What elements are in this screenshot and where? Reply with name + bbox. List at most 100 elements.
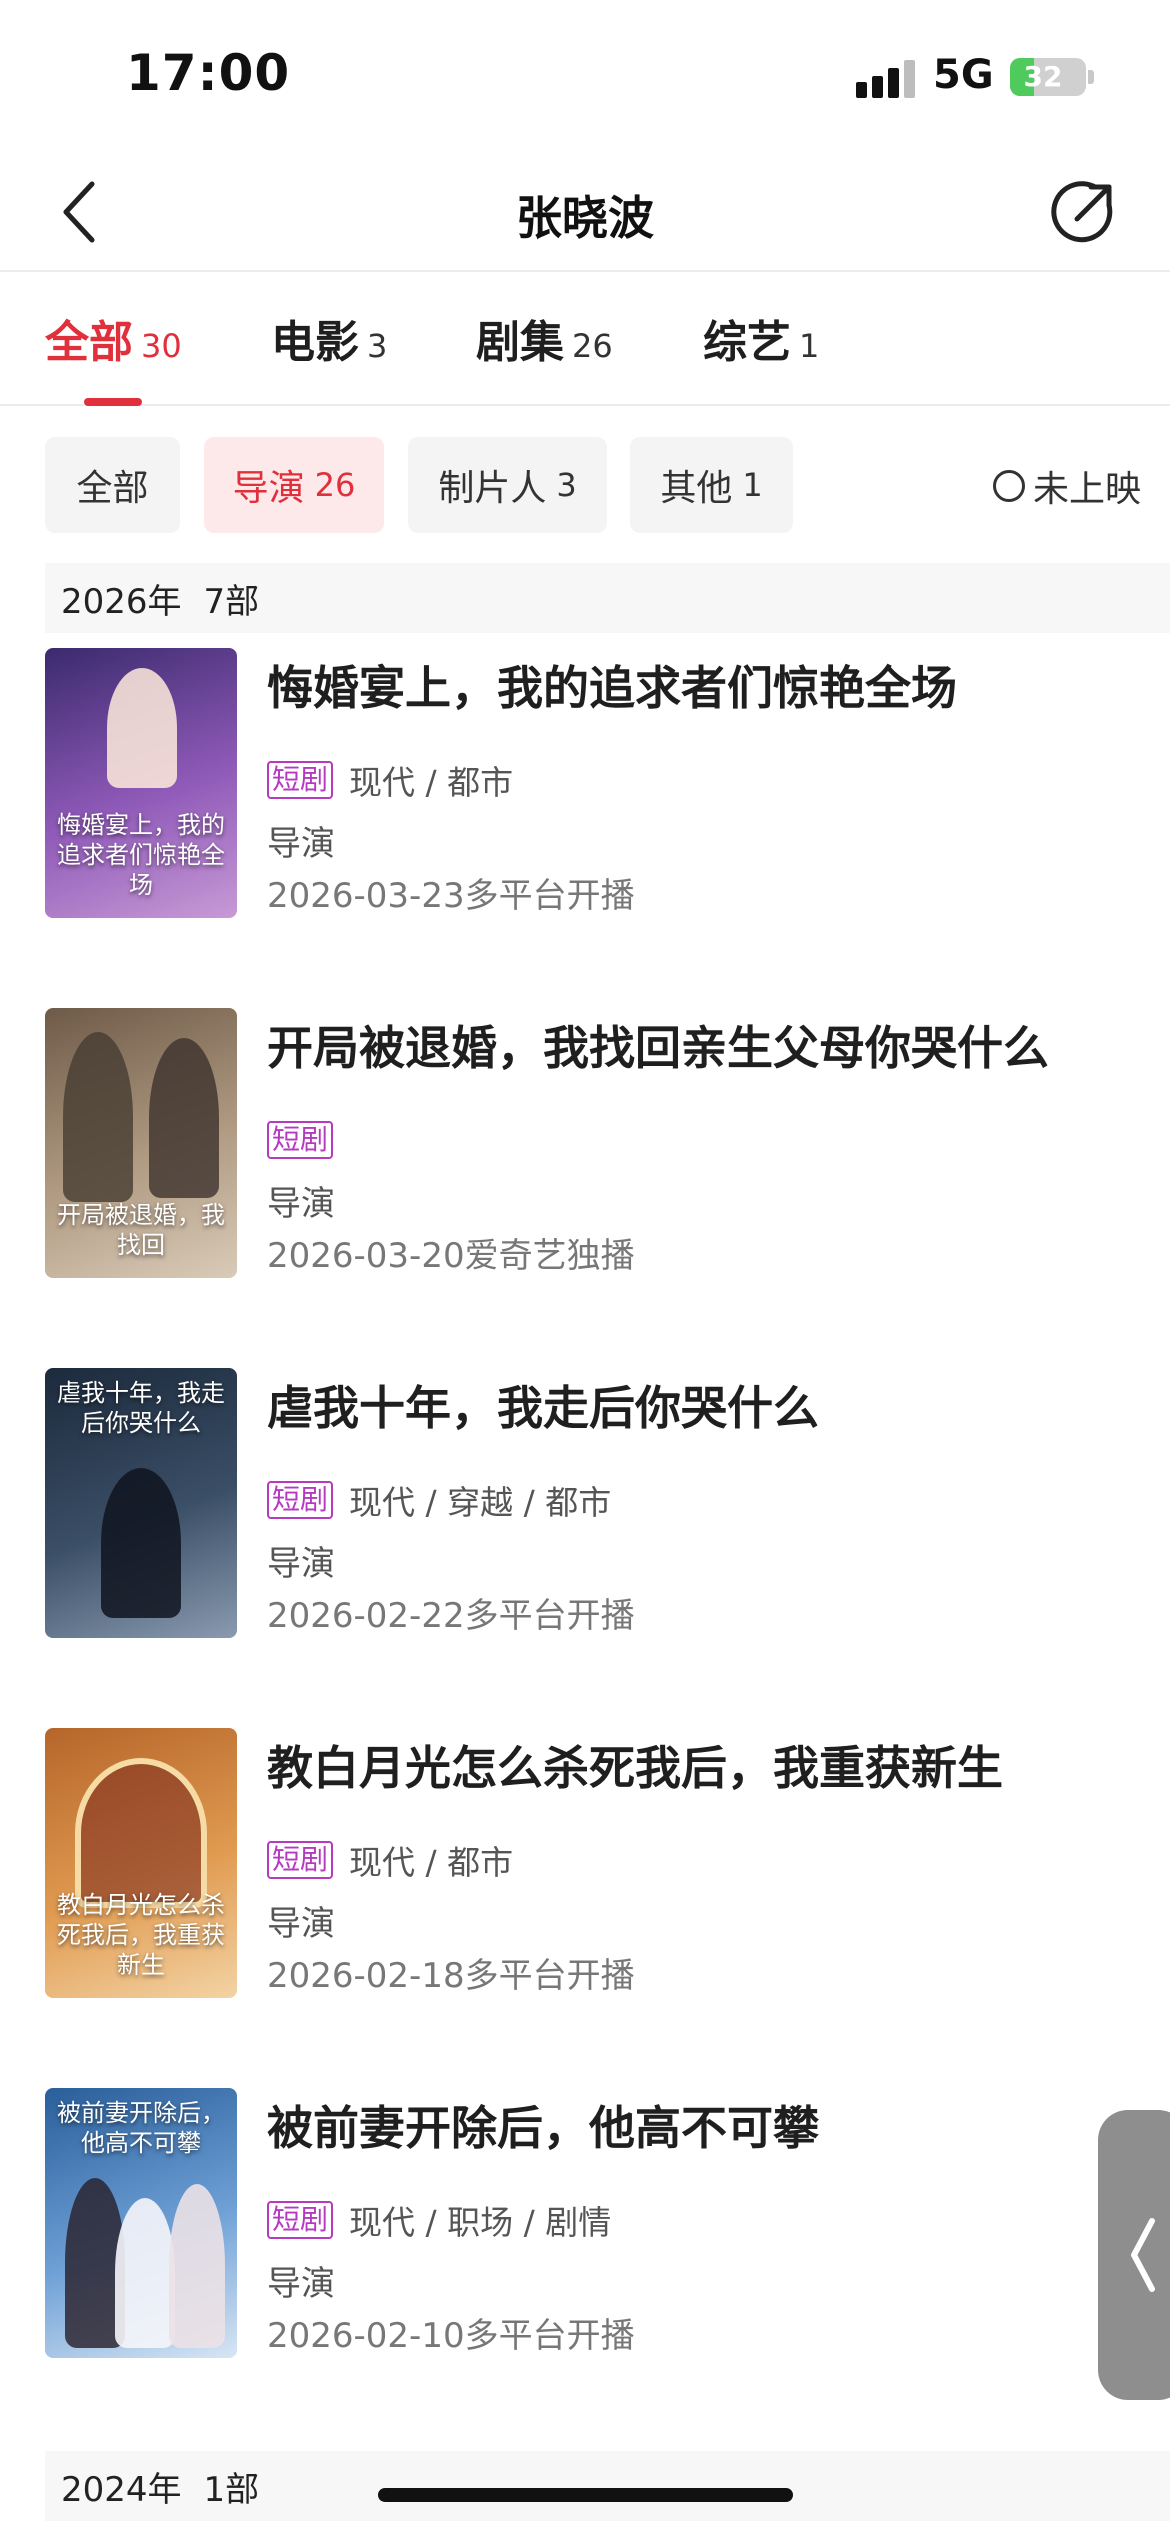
filter-label: 导演 bbox=[232, 468, 305, 509]
filter-other[interactable]: 其他 1 bbox=[630, 437, 793, 533]
poster-image[interactable]: 悔婚宴上，我的追求者们惊艳全场 bbox=[45, 648, 237, 918]
page-title: 张晓波 bbox=[516, 191, 654, 245]
battery-icon: 32 bbox=[1010, 58, 1086, 96]
tab-count: 30 bbox=[141, 327, 182, 365]
type-badge: 短剧 bbox=[267, 1121, 334, 1159]
filter-label: 全部 bbox=[76, 468, 149, 509]
year-label: 2026年 bbox=[61, 581, 182, 622]
release-text: 2026-03-23多平台开播 bbox=[267, 876, 635, 916]
tab-label: 综艺 bbox=[703, 317, 791, 368]
filter-count: 26 bbox=[314, 466, 356, 504]
unreleased-toggle[interactable]: 未上映 bbox=[993, 461, 1141, 511]
poster-caption: 教白月光怎么杀死我后，我重获新生 bbox=[57, 1891, 225, 1979]
poster-caption: 虐我十年，我走后你哭什么 bbox=[57, 1379, 225, 1437]
item-title: 被前妻开除后，他高不可攀 bbox=[267, 2101, 819, 2155]
category-tabs: 全部 30 电影 3 剧集 26 综艺 1 bbox=[0, 272, 1170, 406]
poster-image[interactable]: 教白月光怎么杀死我后，我重获新生 bbox=[45, 1728, 237, 1998]
poster-caption: 开局被退婚，我找回 bbox=[57, 1201, 225, 1259]
poster-figure bbox=[75, 1758, 207, 1908]
year-count: 7部 bbox=[203, 581, 260, 622]
genre-text: 现代 / 都市 bbox=[349, 763, 514, 802]
chevron-left-icon bbox=[1131, 2218, 1155, 2292]
poster-figure bbox=[63, 1032, 133, 1202]
tag-row: 短剧 现代 / 都市 bbox=[267, 758, 513, 802]
tag-row: 短剧 现代 / 职场 / 剧情 bbox=[267, 2198, 611, 2242]
battery-tip bbox=[1088, 70, 1094, 84]
filter-count: 3 bbox=[556, 466, 577, 504]
release-text: 2026-02-10多平台开播 bbox=[267, 2316, 635, 2356]
item-title: 开局被退婚，我找回亲生父母你哭什么 bbox=[267, 1021, 1049, 1075]
nav-bar: 张晓波 bbox=[0, 150, 1170, 272]
tab-all[interactable]: 全部 30 bbox=[45, 306, 182, 376]
page: 17:00 5G 32 张晓波 全部 30 电影 3 剧集 26 综艺 1 全部… bbox=[0, 0, 1170, 2532]
item-title: 悔婚宴上，我的追求者们惊艳全场 bbox=[267, 661, 957, 715]
item-title: 虐我十年，我走后你哭什么 bbox=[267, 1381, 819, 1435]
genre-text: 现代 / 职场 / 剧情 bbox=[349, 2203, 612, 2242]
filter-label: 制片人 bbox=[438, 468, 547, 509]
role-text: 导演 bbox=[267, 1544, 335, 1584]
year-label: 2024年 bbox=[61, 2469, 182, 2510]
type-badge: 短剧 bbox=[267, 1481, 334, 1519]
share-button[interactable] bbox=[1044, 172, 1124, 252]
tab-count: 26 bbox=[572, 327, 613, 365]
status-bar: 17:00 5G 32 bbox=[0, 0, 1170, 150]
poster-image[interactable]: 被前妻开除后，他高不可攀 bbox=[45, 2088, 237, 2358]
tab-label: 电影 bbox=[271, 317, 359, 368]
share-icon bbox=[1051, 181, 1113, 243]
tab-variety[interactable]: 综艺 1 bbox=[703, 306, 819, 376]
genre-text: 现代 / 穿越 / 都市 bbox=[349, 1483, 612, 1522]
release-text: 2026-02-18多平台开播 bbox=[267, 1956, 635, 1996]
filter-label: 其他 bbox=[660, 468, 733, 509]
list-item[interactable]: 虐我十年，我走后你哭什么 虐我十年，我走后你哭什么 短剧 现代 / 穿越 / 都… bbox=[45, 1368, 1170, 1638]
poster-figure bbox=[115, 2198, 175, 2348]
list-item[interactable]: 教白月光怎么杀死我后，我重获新生 教白月光怎么杀死我后，我重获新生 短剧 现代 … bbox=[45, 1728, 1170, 1998]
radio-circle-icon bbox=[993, 470, 1025, 502]
poster-image[interactable]: 开局被退婚，我找回 bbox=[45, 1008, 237, 1278]
item-title: 教白月光怎么杀死我后，我重获新生 bbox=[267, 1741, 1003, 1795]
tab-label: 剧集 bbox=[476, 317, 564, 368]
type-badge: 短剧 bbox=[267, 1841, 334, 1879]
poster-caption: 被前妻开除后，他高不可攀 bbox=[57, 2099, 225, 2157]
poster-figure bbox=[107, 668, 177, 788]
tab-label: 全部 bbox=[45, 317, 133, 368]
network-label: 5G bbox=[933, 52, 994, 98]
poster-figure bbox=[101, 1468, 181, 1618]
year-header: 2024年 1部 bbox=[45, 2451, 1170, 2521]
poster-caption: 悔婚宴上，我的追求者们惊艳全场 bbox=[57, 811, 225, 899]
home-indicator bbox=[378, 2488, 793, 2502]
battery-level: 32 bbox=[1023, 60, 1063, 93]
list-item[interactable]: 开局被退婚，我找回 开局被退婚，我找回亲生父母你哭什么 短剧 导演 2026-0… bbox=[45, 1008, 1170, 1278]
role-text: 导演 bbox=[267, 1904, 335, 1944]
active-tab-indicator bbox=[84, 398, 142, 406]
release-text: 2026-02-22多平台开播 bbox=[267, 1596, 635, 1636]
filter-all[interactable]: 全部 bbox=[45, 437, 180, 533]
poster-figure bbox=[149, 1038, 219, 1198]
filter-count: 1 bbox=[742, 466, 763, 504]
year-count: 1部 bbox=[203, 2469, 260, 2510]
poster-image[interactable]: 虐我十年，我走后你哭什么 bbox=[45, 1368, 237, 1638]
tab-movies[interactable]: 电影 3 bbox=[271, 306, 387, 376]
type-badge: 短剧 bbox=[267, 2201, 334, 2239]
role-text: 导演 bbox=[267, 2264, 335, 2304]
tab-count: 1 bbox=[799, 327, 820, 365]
tag-row: 短剧 现代 / 都市 bbox=[267, 1838, 513, 1882]
type-badge: 短剧 bbox=[267, 761, 334, 799]
filter-director[interactable]: 导演 26 bbox=[204, 437, 384, 533]
unreleased-label: 未上映 bbox=[1033, 469, 1142, 510]
role-text: 导演 bbox=[267, 824, 335, 864]
list-item[interactable]: 悔婚宴上，我的追求者们惊艳全场 悔婚宴上，我的追求者们惊艳全场 短剧 现代 / … bbox=[45, 648, 1170, 918]
genre-text: 现代 / 都市 bbox=[349, 1843, 514, 1882]
status-time: 17:00 bbox=[126, 44, 291, 102]
filter-producer[interactable]: 制片人 3 bbox=[408, 437, 607, 533]
release-text: 2026-03-20爱奇艺独播 bbox=[267, 1236, 635, 1276]
tag-row: 短剧 bbox=[267, 1118, 334, 1162]
side-drawer-tab[interactable] bbox=[1098, 2110, 1170, 2400]
tag-row: 短剧 现代 / 穿越 / 都市 bbox=[267, 1478, 611, 1522]
poster-figure bbox=[169, 2184, 225, 2348]
tab-count: 3 bbox=[367, 327, 388, 365]
signal-icon bbox=[856, 60, 916, 98]
role-text: 导演 bbox=[267, 1184, 335, 1224]
year-header: 2026年 7部 bbox=[45, 563, 1170, 633]
tab-series[interactable]: 剧集 26 bbox=[476, 306, 613, 376]
list-item[interactable]: 被前妻开除后，他高不可攀 被前妻开除后，他高不可攀 短剧 现代 / 职场 / 剧… bbox=[45, 2088, 1170, 2358]
